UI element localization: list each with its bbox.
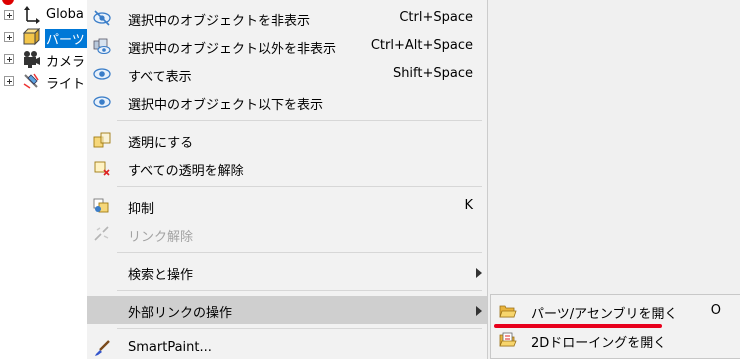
shortcut-text: Ctrl+Alt+Space <box>370 38 473 53</box>
menu-item-label: 抑制 <box>128 202 155 217</box>
eye-icon <box>93 96 111 108</box>
clear-transparency-icon <box>94 161 110 176</box>
menu-item-hide-selected[interactable]: 選択中のオブジェクトを非表示 Ctrl+Space <box>87 4 487 32</box>
tree-item-global[interactable]: Globa <box>0 5 90 25</box>
menu-separator <box>117 120 482 121</box>
menu-item-show-all[interactable]: すべて表示 Shift+Space <box>87 60 487 88</box>
submenu-item-label: 2Dドローイングを開く <box>531 336 667 351</box>
hide-others-icon <box>93 38 111 54</box>
menu-separator <box>117 328 482 329</box>
tree-item-label: Globa <box>46 7 84 22</box>
menu-item-smartpaint[interactable]: SmartPaint... <box>87 334 487 362</box>
camera-icon <box>24 51 40 68</box>
menu-item-label: 透明にする <box>128 136 194 151</box>
menu-item-label: SmartPaint... <box>128 340 212 355</box>
shortcut-text: Shift+Space <box>392 66 473 81</box>
menu-item-label: すべての透明を解除 <box>128 164 244 179</box>
open-folder-icon <box>499 305 517 318</box>
menu-item-search-and-operate[interactable]: 検索と操作 <box>87 258 487 286</box>
tree-item-camera[interactable]: カメラ <box>0 49 90 70</box>
context-menu: 選択中のオブジェクトを非表示 Ctrl+Space 選択中のオブジェクト以外を非… <box>87 0 488 359</box>
menu-item-label: 外部リンクの操作 <box>128 306 233 321</box>
suppress-icon <box>93 198 109 213</box>
submenu-item-open-part-assembly[interactable]: パーツ/アセンブリを開く O <box>491 297 740 328</box>
shortcut-text: K <box>464 198 473 213</box>
tree-item-light[interactable]: ライト <box>0 71 90 92</box>
light-icon <box>23 73 39 89</box>
submenu-item-label: パーツ/アセンブリを開く <box>531 307 678 322</box>
menu-item-make-transparent[interactable]: 透明にする <box>87 126 487 154</box>
menu-item-suppress[interactable]: 抑制 K <box>87 192 487 220</box>
menu-item-label: 選択中のオブジェクト以外を非表示 <box>128 42 337 57</box>
paintbrush-icon <box>95 340 110 356</box>
shortcut-text: Ctrl+Space <box>399 10 473 25</box>
eye-icon <box>93 68 111 80</box>
menu-separator <box>117 252 482 253</box>
tree-item-label: ライト <box>46 77 86 92</box>
menu-separator <box>117 290 482 291</box>
menu-item-external-link-operations[interactable]: 外部リンクの操作 <box>87 296 487 324</box>
tree-item-label: カメラ <box>46 55 86 70</box>
menu-item-hide-others[interactable]: 選択中のオブジェクト以外を非表示 Ctrl+Alt+Space <box>87 32 487 60</box>
expand-icon[interactable] <box>4 54 14 64</box>
menu-separator <box>117 186 482 187</box>
expand-icon[interactable] <box>4 76 14 86</box>
shortcut-text: O <box>710 303 721 318</box>
menu-item-label: すべて表示 <box>128 70 192 85</box>
transparent-icon <box>93 132 111 148</box>
menu-item-clear-transparency[interactable]: すべての透明を解除 <box>87 154 487 182</box>
model-tree: Globa パーツ カメラ ライト <box>0 0 90 359</box>
open-drawing-icon <box>499 332 517 347</box>
hide-eye-icon <box>93 10 111 26</box>
expand-icon[interactable] <box>4 10 14 20</box>
axes-icon <box>24 6 40 24</box>
submenu-arrow-icon <box>476 306 482 316</box>
menu-item-unlink[interactable]: リンク解除 <box>87 220 487 248</box>
unlink-icon <box>94 226 109 241</box>
expand-icon[interactable] <box>4 32 14 42</box>
tree-item-label: パーツ <box>45 29 88 48</box>
menu-item-show-below-selected[interactable]: 選択中のオブジェクト以下を表示 <box>87 88 487 116</box>
external-link-submenu: パーツ/アセンブリを開く O 2Dドローイングを開く <box>490 294 740 359</box>
menu-item-label: 選択中のオブジェクトを非表示 <box>128 14 311 29</box>
submenu-item-open-2d-drawing[interactable]: 2Dドローイングを開く <box>491 326 740 354</box>
part-cube-icon <box>22 28 40 46</box>
submenu-arrow-icon <box>476 268 482 278</box>
menu-item-label: 選択中のオブジェクト以下を表示 <box>128 98 324 113</box>
tree-item-parts[interactable]: パーツ <box>0 27 90 48</box>
menu-item-label: 検索と操作 <box>128 268 194 283</box>
menu-item-label: リンク解除 <box>128 230 194 245</box>
